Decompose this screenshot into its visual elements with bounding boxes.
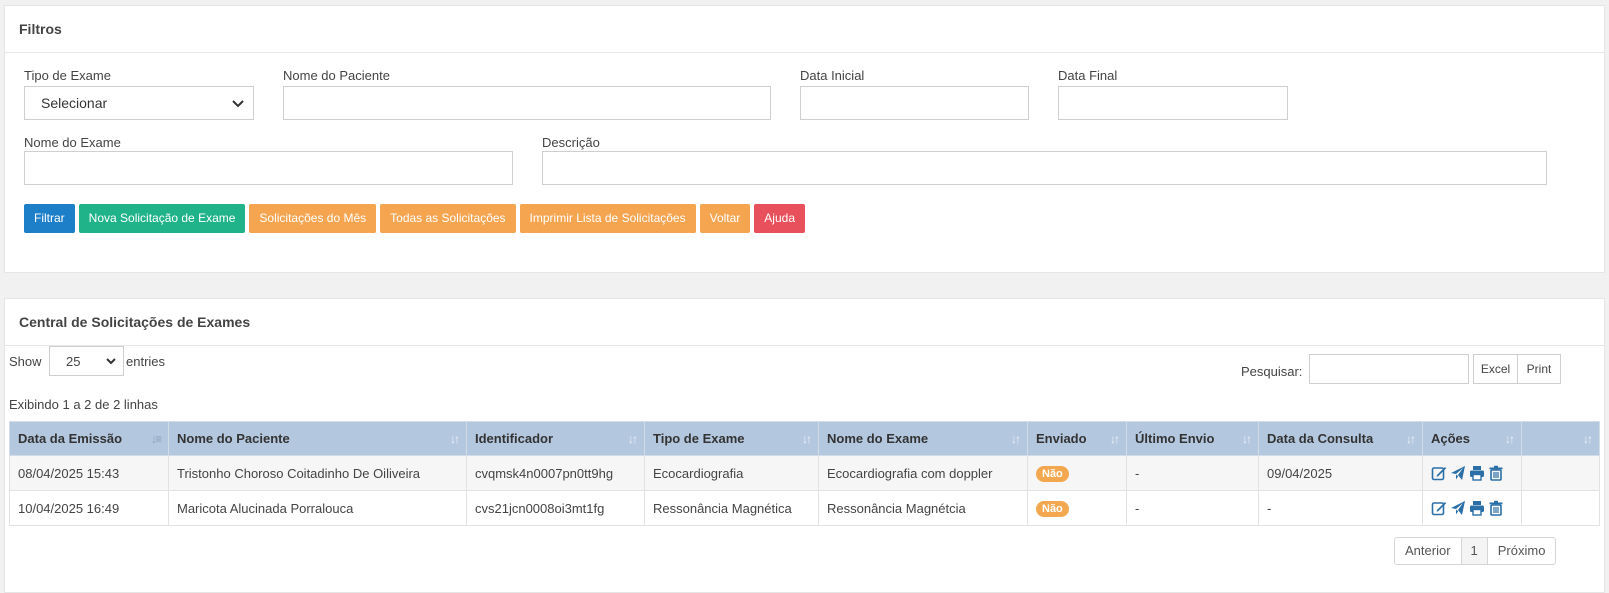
chevron-down-icon — [232, 100, 244, 108]
col-nome-paciente[interactable]: Nome do Paciente ↓↑ — [168, 421, 467, 456]
cell-ultimo-envio: - — [1126, 455, 1259, 491]
sort-icon: ↓↑ — [628, 432, 638, 446]
cell-data-emissao: 10/04/2025 16:49 — [9, 490, 169, 526]
page-size-value: 25 — [66, 354, 81, 369]
trash-icon[interactable] — [1488, 500, 1504, 516]
cell-acoes — [1422, 490, 1522, 526]
voltar-button[interactable]: Voltar — [699, 204, 751, 233]
search-label: Pesquisar: — [1241, 364, 1303, 379]
status-badge: Não — [1036, 500, 1069, 517]
pager-prev[interactable]: Anterior — [1395, 538, 1462, 564]
col-acoes[interactable]: Ações ↓↑ — [1422, 421, 1522, 456]
table-row: 10/04/2025 16:49 Maricota Alucinada Porr… — [9, 490, 1600, 526]
sort-icon: ↓↑ — [1505, 432, 1515, 446]
col-tipo-exame[interactable]: Tipo de Exame ↓↑ — [644, 421, 819, 456]
nome-exame-label: Nome do Exame — [24, 135, 121, 150]
col-enviado[interactable]: Enviado ↓↑ — [1027, 421, 1127, 456]
pagination: Anterior 1 Próximo — [1394, 537, 1557, 565]
cell-acoes — [1422, 455, 1522, 491]
cell-identificador-link[interactable]: cvqmsk4n0007pn0tt9hg — [466, 455, 645, 491]
list-title: Central de Solicitações de Exames — [5, 299, 1604, 346]
chevron-down-icon — [106, 358, 116, 365]
sort-icon: ↓↑ — [1110, 432, 1120, 446]
nome-exame-input[interactable] — [24, 151, 513, 185]
cell-paciente-link[interactable]: Tristonho Choroso Coitadinho De Oiliveir… — [168, 455, 467, 491]
data-final-input[interactable] — [1058, 86, 1288, 120]
cell-tipo: Ecocardiografia — [644, 455, 819, 491]
cell-extra — [1521, 490, 1600, 526]
cell-data-consulta: - — [1258, 490, 1423, 526]
print-icon[interactable] — [1469, 465, 1485, 481]
show-label: Show — [9, 354, 42, 369]
sort-desc-icon: ↓≡ — [150, 432, 162, 446]
list-panel: Central de Solicitações de Exames Show 2… — [4, 298, 1605, 593]
solicitacoes-mes-button[interactable]: Solicitações do Mês — [249, 204, 377, 233]
excel-button[interactable]: Excel — [1473, 354, 1518, 384]
tipo-exame-label: Tipo de Exame — [24, 68, 111, 83]
page-size-select[interactable]: 25 — [49, 346, 124, 376]
col-extra[interactable]: ↓↑ — [1521, 421, 1600, 456]
trash-icon[interactable] — [1488, 465, 1504, 481]
cell-nome-exame: Ressonância Magnétcia — [818, 490, 1028, 526]
col-identificador[interactable]: Identificador ↓↑ — [466, 421, 645, 456]
print-button[interactable]: Print — [1517, 354, 1561, 384]
edit-icon[interactable] — [1431, 500, 1447, 516]
send-icon[interactable] — [1450, 500, 1466, 516]
entries-label: entries — [126, 354, 166, 369]
cell-enviado: Não — [1027, 455, 1127, 491]
descricao-input[interactable] — [542, 151, 1547, 185]
tipo-exame-select[interactable]: Selecionar — [24, 86, 254, 120]
table-info: Exibindo 1 a 2 de 2 linhas — [9, 397, 158, 412]
col-data-consulta[interactable]: Data da Consulta ↓↑ — [1258, 421, 1423, 456]
solicitacoes-table: Data da Emissão ↓≡ Nome do Paciente ↓↑ Ide… — [9, 421, 1600, 526]
col-ultimo-envio[interactable]: Último Envio ↓↑ — [1126, 421, 1259, 456]
cell-data-emissao: 08/04/2025 15:43 — [9, 455, 169, 491]
cell-identificador-link[interactable]: cvs21jcn0008oi3mt1fg — [466, 490, 645, 526]
sort-icon: ↓↑ — [450, 432, 460, 446]
cell-data-consulta: 09/04/2025 — [1258, 455, 1423, 491]
data-inicial-input[interactable] — [800, 86, 1029, 120]
cell-enviado: Não — [1027, 490, 1127, 526]
paciente-input[interactable] — [283, 86, 771, 120]
search-input[interactable] — [1309, 354, 1469, 384]
send-icon[interactable] — [1450, 465, 1466, 481]
col-data-emissao[interactable]: Data da Emissão ↓≡ — [9, 421, 169, 456]
sort-icon: ↓↑ — [802, 432, 812, 446]
pager-next[interactable]: Próximo — [1488, 538, 1556, 564]
sort-icon: ↓↑ — [1406, 432, 1416, 446]
cell-paciente-link[interactable]: Maricota Alucinada Porralouca — [168, 490, 467, 526]
nova-solicitacao-button[interactable]: Nova Solicitação de Exame — [78, 204, 246, 233]
status-badge: Não — [1036, 465, 1069, 482]
filter-buttons: Filtrar Nova Solicitação de Exame Solici… — [24, 204, 805, 233]
pager-page-1[interactable]: 1 — [1461, 538, 1488, 564]
sort-icon: ↓↑ — [1583, 432, 1593, 446]
imprimir-lista-button[interactable]: Imprimir Lista de Solicitações — [519, 204, 696, 233]
col-nome-exame[interactable]: Nome do Exame ↓↑ — [818, 421, 1028, 456]
edit-icon[interactable] — [1431, 465, 1447, 481]
print-icon[interactable] — [1469, 500, 1485, 516]
cell-ultimo-envio: - — [1126, 490, 1259, 526]
descricao-label: Descrição — [542, 135, 600, 150]
cell-tipo: Ressonância Magnética — [644, 490, 819, 526]
sort-icon: ↓↑ — [1011, 432, 1021, 446]
data-inicial-label: Data Inicial — [800, 68, 865, 83]
tipo-exame-value: Selecionar — [41, 95, 108, 111]
filters-title: Filtros — [5, 6, 1604, 53]
data-final-label: Data Final — [1058, 68, 1118, 83]
paciente-label: Nome do Paciente — [283, 68, 390, 83]
ajuda-button[interactable]: Ajuda — [754, 204, 805, 233]
show-entries: Show 25 entries — [9, 346, 165, 376]
table-row: 08/04/2025 15:43 Tristonho Choroso Coita… — [9, 455, 1600, 491]
cell-nome-exame: Ecocardiografia com doppler — [818, 455, 1028, 491]
filters-panel: Filtros Tipo de Exame Selecionar Nome do… — [4, 5, 1605, 273]
todas-solicitacoes-button[interactable]: Todas as Solicitações — [380, 204, 516, 233]
cell-extra — [1521, 455, 1600, 491]
filtrar-button[interactable]: Filtrar — [24, 204, 75, 233]
sort-icon: ↓↑ — [1242, 432, 1252, 446]
